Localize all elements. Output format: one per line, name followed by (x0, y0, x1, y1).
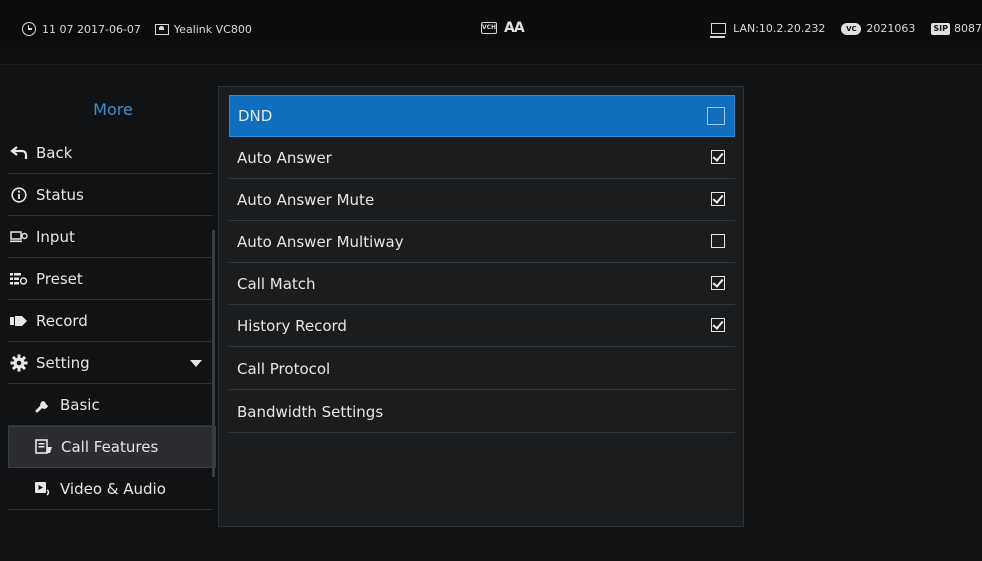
font-size-icon: AA (504, 20, 525, 36)
sidebar-item-label: Basic (60, 396, 100, 414)
setting-row-dnd[interactable]: DND (229, 95, 735, 137)
cloud-account-icon: VC (841, 22, 862, 35)
auto-answer-multiway-checkbox[interactable] (711, 234, 725, 248)
setting-label: Auto Answer Multiway (237, 233, 404, 251)
status-right: LAN:10.2.20.232 VC 2021063 SIP 8087 (710, 22, 982, 38)
setting-row-auto-answer-multiway[interactable]: Auto Answer Multiway (229, 221, 735, 263)
history-record-checkbox[interactable] (711, 318, 725, 332)
sidebar-item-input[interactable]: Input (0, 216, 216, 258)
vc-icon: VCH (481, 22, 497, 34)
back-arrow-icon (10, 145, 28, 161)
lan-ip: LAN:10.2.20.232 (733, 22, 826, 35)
setting-label: DND (238, 107, 273, 125)
setting-row-bandwidth-settings[interactable]: Bandwidth Settings (229, 391, 735, 433)
network-icon (710, 23, 727, 38)
preset-icon (10, 271, 28, 287)
setting-row-auto-answer[interactable]: Auto Answer (229, 137, 735, 179)
dnd-checkbox[interactable] (707, 107, 725, 125)
sidebar-item-call-features[interactable]: Call Features (8, 426, 216, 468)
contact-icon (154, 23, 169, 35)
sidebar-item-setting[interactable]: Setting (0, 342, 216, 384)
record-icon (10, 313, 28, 329)
status-center: VCH AA (481, 20, 525, 36)
status-bar: 11 07 2017-06-07 Yealink VC800 VCH AA LA… (0, 0, 982, 65)
setting-label: Call Match (237, 275, 316, 293)
sidebar-item-label: Call Features (61, 438, 159, 456)
sidebar-item-label: Back (36, 144, 73, 162)
gear-icon (10, 354, 28, 372)
chevron-down-icon (190, 360, 202, 367)
info-icon (10, 187, 28, 203)
sidebar-item-back[interactable]: Back (0, 132, 216, 174)
call-features-icon (35, 439, 53, 455)
auto-answer-mute-checkbox[interactable] (711, 192, 725, 206)
time-date: 11 07 2017-06-07 (42, 22, 141, 36)
setting-label: Bandwidth Settings (237, 403, 384, 421)
auto-answer-checkbox[interactable] (711, 150, 725, 164)
sidebar-item-label: Status (36, 186, 84, 204)
setting-row-call-match[interactable]: Call Match (229, 263, 735, 305)
sidebar-item-label: Input (36, 228, 75, 246)
status-left: 11 07 2017-06-07 Yealink VC800 (22, 22, 252, 36)
cloud-account: 2021063 (866, 22, 916, 35)
sidebar-item-label: Setting (36, 354, 90, 372)
sidebar-item-basic[interactable]: Basic (0, 384, 216, 426)
sidebar-item-status[interactable]: Status (0, 174, 216, 216)
device-name: Yealink VC800 (173, 22, 252, 36)
call-match-checkbox[interactable] (711, 276, 725, 290)
sidebar-scrollbar[interactable] (212, 230, 215, 477)
setting-label: Call Protocol (237, 360, 331, 378)
clock-icon (22, 22, 36, 36)
menu-title: More (93, 100, 133, 119)
sip-icon: SIP (931, 22, 950, 35)
sidebar-item-preset[interactable]: Preset (0, 258, 216, 300)
sidebar-item-label: Record (36, 312, 88, 330)
sidebar-menu: More Back Status Input Preset Record Set… (0, 88, 216, 510)
setting-label: Auto Answer Mute (237, 191, 375, 209)
setting-row-auto-answer-mute[interactable]: Auto Answer Mute (229, 179, 735, 221)
setting-label: Auto Answer (237, 149, 332, 167)
sidebar-item-label: Video & Audio (60, 480, 166, 498)
sip-account: 8087 (954, 22, 982, 35)
call-features-panel: DND Auto Answer Auto Answer Mute Auto An… (218, 86, 744, 527)
sidebar-item-record[interactable]: Record (0, 300, 216, 342)
sidebar-item-video-audio[interactable]: Video & Audio (0, 468, 216, 510)
input-icon (10, 229, 28, 245)
setting-row-call-protocol[interactable]: Call Protocol (229, 348, 735, 390)
sidebar-item-label: Preset (36, 270, 83, 288)
setting-label: History Record (237, 317, 347, 335)
wrench-icon (34, 397, 52, 413)
video-audio-icon (34, 481, 52, 497)
setting-row-history-record[interactable]: History Record (229, 305, 735, 347)
